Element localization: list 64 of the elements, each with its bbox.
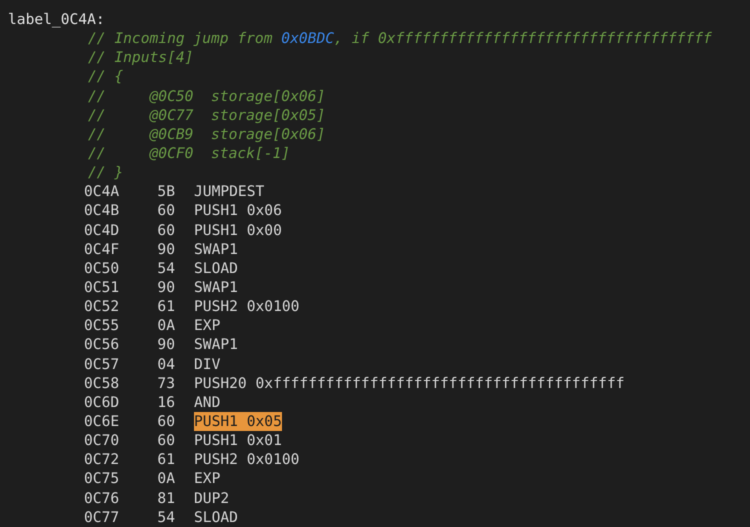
opcode-byte: 90 xyxy=(156,278,175,298)
opcode-byte: 61 xyxy=(156,297,175,316)
opcode-byte: 81 xyxy=(156,488,175,508)
instruction-text[interactable]: PUSH1 0x05 xyxy=(194,412,282,432)
address-cell-text: 0C75 xyxy=(84,469,120,489)
opcode-byte: 54 xyxy=(156,508,175,527)
instruction-text[interactable]: JUMPDEST xyxy=(194,182,264,202)
instruction-text[interactable]: EXP xyxy=(194,469,220,489)
address-cell-text: 0C6E xyxy=(84,412,120,432)
address-cell-text: 0C4D xyxy=(84,220,120,240)
instruction-text[interactable]: SWAP1 xyxy=(194,240,238,259)
instruction-text[interactable]: AND xyxy=(194,392,220,412)
code-comment: // { xyxy=(87,67,124,87)
code-comment: // @0CB9 storage[0x06] xyxy=(87,124,326,144)
instruction-text[interactable]: DUP2 xyxy=(194,488,230,508)
instruction-text[interactable]: DIV xyxy=(194,354,220,374)
opcode-byte: 60 xyxy=(156,412,175,432)
opcode-byte: 61 xyxy=(156,450,175,470)
address-cell-text: 0C4B xyxy=(84,201,120,221)
code-comment: // } xyxy=(87,163,124,182)
address-cell-text: 0C56 xyxy=(84,335,120,355)
opcode-byte: 73 xyxy=(156,374,175,393)
instruction-text[interactable]: PUSH1 0x01 xyxy=(194,431,282,450)
opcode-byte: 0A xyxy=(156,469,175,489)
address-cell-text: 0C50 xyxy=(84,258,120,278)
address-cell-text: 0C57 xyxy=(84,354,120,374)
address-cell-text: 0C72 xyxy=(84,450,120,470)
opcode-byte: 90 xyxy=(156,240,175,259)
code-comment: // @0CF0 stack[-1] xyxy=(87,144,292,164)
opcode-byte: 60 xyxy=(156,220,175,240)
opcode-byte: 54 xyxy=(156,258,175,278)
code-label: label_0C4A: xyxy=(8,10,106,30)
address-cell-text: 0C58 xyxy=(84,374,120,393)
address-cell-text: 0C76 xyxy=(84,488,120,508)
instruction-text[interactable]: EXP xyxy=(194,316,220,336)
opcode-byte: 60 xyxy=(156,431,175,450)
instruction-text[interactable]: SWAP1 xyxy=(194,278,238,298)
address-cell-text: 0C55 xyxy=(84,316,120,336)
opcode-byte: 04 xyxy=(156,354,175,374)
instruction-text[interactable]: PUSH20 0xffffffffffffffffffffffffffffffffffffffff xyxy=(194,374,625,393)
instruction-text[interactable]: PUSH1 0x06 xyxy=(194,201,282,221)
address-cell-text: 0C6D xyxy=(84,392,120,412)
instruction-text[interactable]: SLOAD xyxy=(194,508,238,527)
code-comment: // Inputs[4] xyxy=(87,48,194,68)
address-cell-text: 0C51 xyxy=(84,278,120,298)
address-cell-text: 0C70 xyxy=(84,431,120,450)
address-cell-text: 0C52 xyxy=(84,297,120,316)
instruction-text[interactable]: PUSH1 0x00 xyxy=(194,220,282,240)
address-cell-text: 0C4F xyxy=(84,240,120,259)
jump-link[interactable]: 0x0BDC xyxy=(281,30,334,48)
code-comment: // @0C50 storage[0x06] xyxy=(87,86,326,106)
code-comment: // Incoming jump from 0x0BDC, if 0xffffffffffffffffffffffffffffffffffff xyxy=(87,29,713,48)
instruction-text[interactable]: SLOAD xyxy=(194,258,238,278)
code-comment: // @0C77 storage[0x05] xyxy=(87,106,326,125)
opcode-byte: 0A xyxy=(156,316,175,336)
address-cell-text: 0C77 xyxy=(84,508,120,527)
instruction-text[interactable]: SWAP1 xyxy=(194,335,238,355)
opcode-byte: 60 xyxy=(156,201,175,221)
address-cell-text: 0C4A xyxy=(84,182,120,202)
instruction-text[interactable]: PUSH2 0x0100 xyxy=(194,297,300,316)
instruction-text[interactable]: PUSH2 0x0100 xyxy=(194,450,300,470)
opcode-byte: 90 xyxy=(156,335,175,355)
opcode-byte: 16 xyxy=(156,392,175,412)
opcode-byte: 5B xyxy=(156,182,175,202)
